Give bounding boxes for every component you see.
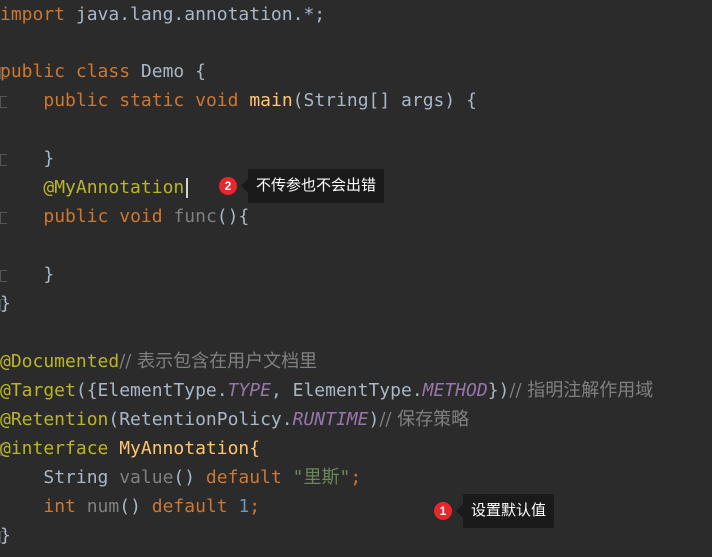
callout-badge: 2	[219, 177, 237, 195]
keyword: void	[119, 206, 163, 227]
constant: TYPE	[227, 380, 271, 401]
string-literal: "里斯"	[292, 467, 351, 488]
method-name: main	[249, 90, 293, 111]
code-line-func[interactable]: public void func(){	[0, 202, 712, 231]
constant: RUNTIME	[292, 409, 369, 430]
callout-text: 不传参也不会出错	[248, 169, 385, 203]
keyword: default	[151, 496, 228, 517]
interface-name: MyAnnotation{	[108, 438, 261, 459]
annotation: @MyAnnotation	[43, 177, 185, 198]
callout-pointer	[241, 179, 248, 193]
method-name: value	[119, 467, 174, 488]
annotation: @Target	[0, 380, 76, 401]
code-line-close-interface[interactable]: }	[0, 521, 712, 550]
number-literal: 1	[238, 496, 250, 517]
keyword: public	[43, 90, 109, 111]
annotation: @Retention	[0, 409, 109, 430]
code-line-import[interactable]: import java.lang.annotation.*;	[0, 0, 712, 29]
annotation-callout-2: 2 不传参也不会出错	[219, 169, 385, 203]
annotation-callout-1: 1 设置默认值	[434, 494, 555, 528]
keyword: default	[205, 467, 282, 488]
code-line-close-class[interactable]: }	[0, 289, 712, 318]
code-line-class-decl[interactable]: public class Demo {	[0, 57, 712, 86]
code-text: java.lang.annotation.*;	[65, 4, 326, 25]
keyword: int	[43, 496, 76, 517]
keyword: public	[43, 206, 109, 227]
code-text: Demo {	[130, 61, 206, 82]
callout-text: 设置默认值	[463, 494, 555, 528]
comment: // 指明注解作用域	[509, 380, 654, 401]
keyword: public	[0, 61, 66, 82]
keyword: class	[75, 61, 131, 82]
code-text: (String[] args) {	[292, 90, 477, 111]
text-cursor	[186, 178, 189, 198]
code-line-interface[interactable]: @interface MyAnnotation{	[0, 434, 712, 463]
callout-pointer	[456, 504, 463, 518]
code-line-documented[interactable]: @Documented// 表示包含在用户文档里	[0, 347, 712, 376]
keyword: void	[195, 90, 239, 111]
code-line-main[interactable]: public static void main(String[] args) {	[0, 86, 712, 115]
code-line-value[interactable]: String value() default "里斯";	[0, 463, 712, 492]
annotation: @interface	[0, 438, 109, 459]
code-editor[interactable]: import java.lang.annotation.*; public cl…	[0, 0, 712, 557]
keyword: import	[0, 4, 66, 25]
code-line-target[interactable]: @Target({ElementType.TYPE, ElementType.M…	[0, 376, 712, 405]
code-line-num[interactable]: int num() default 1;	[0, 492, 712, 521]
code-text: (){	[216, 206, 250, 227]
method-name: num	[86, 496, 120, 517]
callout-badge: 1	[434, 502, 452, 520]
method-name: func	[173, 206, 217, 227]
constant: METHOD	[422, 380, 488, 401]
annotation: @Documented	[0, 351, 120, 372]
code-line-close-brace[interactable]: }	[0, 260, 712, 289]
comment: // 表示包含在用户文档里	[119, 351, 318, 372]
code-line-retention[interactable]: @Retention(RetentionPolicy.RUNTIME)// 保存…	[0, 405, 712, 434]
keyword: static	[119, 90, 185, 111]
type-name: String	[43, 467, 120, 488]
comment: // 保存策略	[379, 409, 470, 430]
